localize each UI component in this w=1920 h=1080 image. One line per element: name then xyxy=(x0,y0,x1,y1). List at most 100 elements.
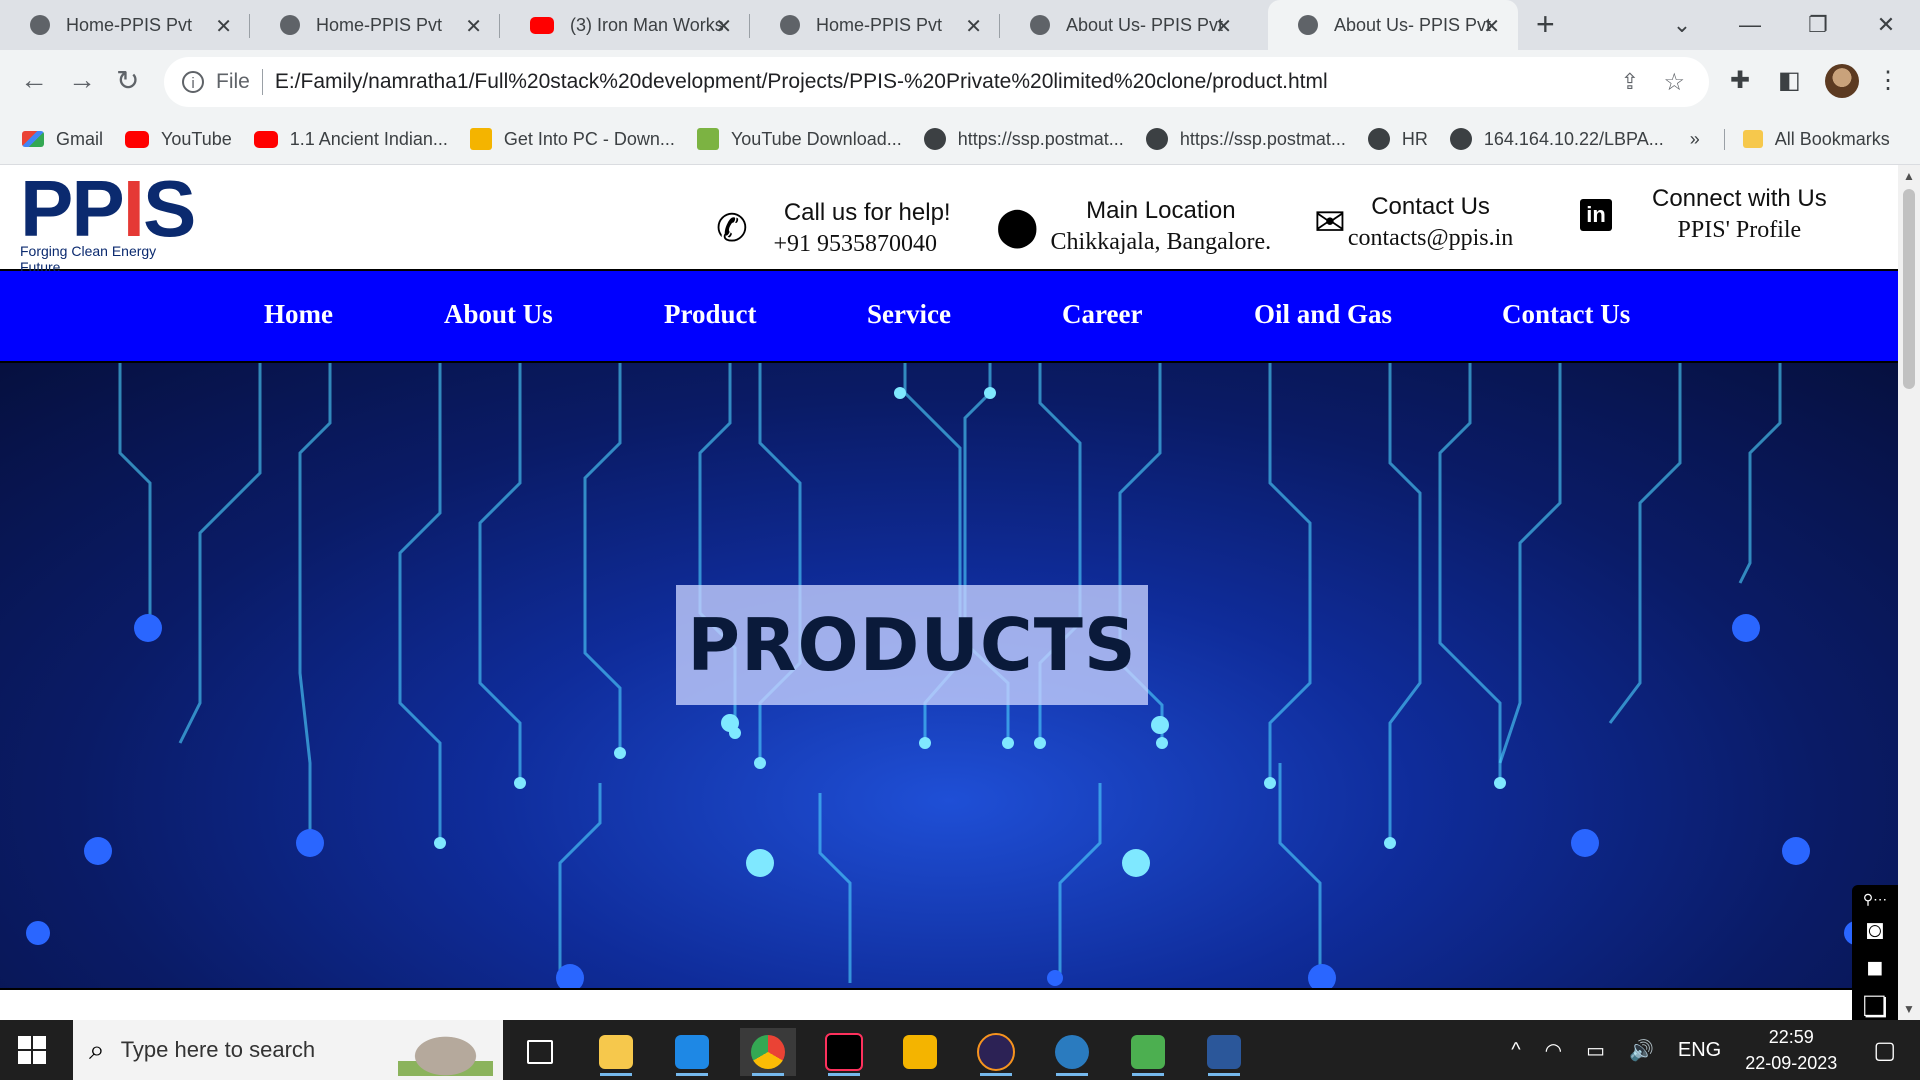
bookmark-item[interactable]: 1.1 Ancient Indian... xyxy=(253,128,448,150)
bookmark-label: Gmail xyxy=(56,128,104,149)
eclipse-icon[interactable] xyxy=(968,1028,1024,1076)
camera-icon[interactable]: ◙ xyxy=(1867,914,1884,946)
task-view-icon[interactable] xyxy=(512,1028,568,1076)
browser-tab[interactable]: Home-PPIS Pvt ✕ xyxy=(750,0,1000,50)
scroll-down-arrow-icon[interactable]: ▼ xyxy=(1903,1002,1915,1016)
divider xyxy=(261,69,263,95)
restore-button[interactable]: ❐ xyxy=(1784,0,1852,50)
close-icon[interactable]: ✕ xyxy=(965,14,982,39)
bookmark-item[interactable]: YouTube Download... xyxy=(696,128,902,150)
windows-start-icon[interactable] xyxy=(18,1036,46,1064)
globe-icon xyxy=(780,15,800,35)
scroll-up-arrow-icon[interactable]: ▲ xyxy=(1903,169,1915,183)
language-indicator[interactable]: ENG xyxy=(1678,1039,1721,1062)
notepad-icon[interactable] xyxy=(1120,1028,1176,1076)
nav-service[interactable]: Service xyxy=(867,299,951,330)
browser-tab[interactable]: Home-PPIS Pvt ✕ xyxy=(250,0,500,50)
extensions-icon[interactable]: ✚ xyxy=(1730,66,1750,95)
browser-tab[interactable]: (3) Iron Man Works ✕ xyxy=(500,0,750,50)
getintopc-icon xyxy=(469,128,492,150)
hero-banner: PRODUCTS xyxy=(0,363,1898,988)
site-logo[interactable]: PPIS Forging Clean Energy Future xyxy=(20,165,205,278)
bookmark-item[interactable]: Get Into PC - Down... xyxy=(469,128,675,150)
bookmark-label: https://ssp.postmat... xyxy=(957,128,1124,149)
youtube-icon xyxy=(253,130,278,148)
close-icon[interactable]: ✕ xyxy=(215,14,232,39)
system-tray: ^ ◠ ▭ 🔊 ENG 22:59 22-09-2023 ▢ xyxy=(1511,1020,1920,1080)
search-highlight-image xyxy=(398,1026,493,1076)
bookmark-label: 1.1 Ancient Indian... xyxy=(289,128,448,149)
nav-oil-and-gas[interactable]: Oil and Gas xyxy=(1254,299,1392,330)
bookmark-item[interactable]: HR xyxy=(1367,128,1428,150)
star-icon[interactable]: ☆ xyxy=(1663,68,1685,97)
avatar[interactable] xyxy=(1825,64,1859,98)
globe-icon xyxy=(30,15,50,35)
vscode-icon[interactable] xyxy=(664,1028,720,1076)
menu-icon[interactable]: ⋮ xyxy=(1876,66,1900,95)
nav-contact-us[interactable]: Contact Us xyxy=(1502,299,1630,330)
tab-title: About Us- PPIS Pvt xyxy=(1066,14,1224,35)
bookmark-item[interactable]: https://ssp.postmat... xyxy=(1145,128,1346,150)
forward-arrow-icon[interactable]: → xyxy=(68,64,96,96)
gmail-icon xyxy=(22,131,44,147)
contact-email: ✉ Contact Us contacts@ppis.in xyxy=(1314,193,1513,252)
clock[interactable]: 22:59 22-09-2023 xyxy=(1745,1024,1837,1076)
nav-home[interactable]: Home xyxy=(264,299,333,330)
nav-about-us[interactable]: About Us xyxy=(444,299,553,330)
close-icon[interactable]: ✕ xyxy=(715,14,732,39)
tab-title: Home-PPIS Pvt xyxy=(316,14,443,35)
browser-tab[interactable]: Home-PPIS Pvt ✕ xyxy=(0,0,250,50)
transfer-app-icon[interactable] xyxy=(892,1028,948,1076)
address-bar[interactable]: i File E:/Family/namratha1/Full%20stack%… xyxy=(164,57,1709,107)
close-icon[interactable]: ✕ xyxy=(465,14,482,39)
back-arrow-icon[interactable]: ← xyxy=(20,64,48,96)
minimize-button[interactable]: — xyxy=(1716,0,1784,50)
tab-title: About Us- PPIS Pvt xyxy=(1334,14,1492,35)
close-icon[interactable]: ✕ xyxy=(1215,14,1232,39)
reload-icon[interactable]: ↻ xyxy=(116,64,139,97)
nav-product[interactable]: Product xyxy=(664,299,757,330)
notification-icon[interactable]: ▢ xyxy=(1873,1036,1896,1065)
bookmark-item[interactable]: 164.164.10.22/LBPA... xyxy=(1449,128,1664,150)
browser-tab[interactable]: About Us- PPIS Pvt ✕ xyxy=(1000,0,1250,50)
wifi-icon[interactable]: ◠ xyxy=(1545,1038,1562,1063)
youtube-icon xyxy=(530,16,554,34)
share-icon[interactable]: ⇪ xyxy=(1621,69,1639,95)
bookmark-item[interactable]: Gmail xyxy=(22,129,103,150)
all-bookmarks-button[interactable]: All Bookmarks xyxy=(1723,128,1890,150)
close-window-button[interactable]: ✕ xyxy=(1852,0,1920,50)
contact-value[interactable]: PPIS' Profile xyxy=(1652,217,1827,244)
bookmark-item[interactable]: https://ssp.postmat... xyxy=(923,128,1124,150)
window-capture-icon[interactable]: ❏ xyxy=(1862,990,1887,1020)
new-tab-button[interactable]: + xyxy=(1536,6,1555,43)
browser-tab-active[interactable]: About Us- PPIS Pvt ✕ xyxy=(1268,0,1518,50)
info-icon[interactable]: i xyxy=(182,71,204,93)
battery-icon[interactable]: ▭ xyxy=(1586,1038,1605,1063)
taskbar-search[interactable]: ⌕ Type here to search xyxy=(73,1020,503,1080)
file-explorer-icon[interactable] xyxy=(588,1028,644,1076)
bookmark-item[interactable]: YouTube xyxy=(125,129,232,150)
url-text[interactable]: E:/Family/namratha1/Full%20stack%20devel… xyxy=(275,70,1328,94)
pin-icon[interactable]: ⚲⋯ xyxy=(1863,891,1887,908)
linkedin-icon[interactable]: in xyxy=(1580,198,1612,231)
bookmark-label: Get Into PC - Down... xyxy=(503,128,675,149)
page-scrollbar[interactable]: ▲ ▼ xyxy=(1898,165,1920,1020)
bookmark-label: https://ssp.postmat... xyxy=(1179,128,1346,149)
tab-search-icon[interactable]: ⌄ xyxy=(1648,0,1716,50)
contact-value[interactable]: contacts@ppis.in xyxy=(1348,225,1513,252)
bookmarks-overflow-button[interactable]: » xyxy=(1690,129,1700,150)
chrome-icon[interactable] xyxy=(740,1028,796,1076)
video-camera-icon[interactable]: ■ xyxy=(1867,952,1884,984)
chevron-up-icon[interactable]: ^ xyxy=(1511,1039,1520,1062)
search-icon: ⌕ xyxy=(89,1033,105,1065)
mysql-workbench-icon[interactable] xyxy=(1044,1028,1100,1076)
volume-icon[interactable]: 🔊 xyxy=(1629,1038,1654,1063)
bookmarks-bar: Gmail YouTube 1.1 Ancient Indian... Get … xyxy=(0,114,1920,165)
side-panel-icon[interactable]: ◧ xyxy=(1778,66,1801,95)
nav-career[interactable]: Career xyxy=(1062,299,1142,330)
scroll-thumb[interactable] xyxy=(1903,189,1915,389)
word-icon[interactable] xyxy=(1196,1028,1252,1076)
intellij-icon[interactable] xyxy=(816,1028,872,1076)
close-icon[interactable]: ✕ xyxy=(1483,14,1500,39)
logo-text: PPIS xyxy=(20,165,196,253)
